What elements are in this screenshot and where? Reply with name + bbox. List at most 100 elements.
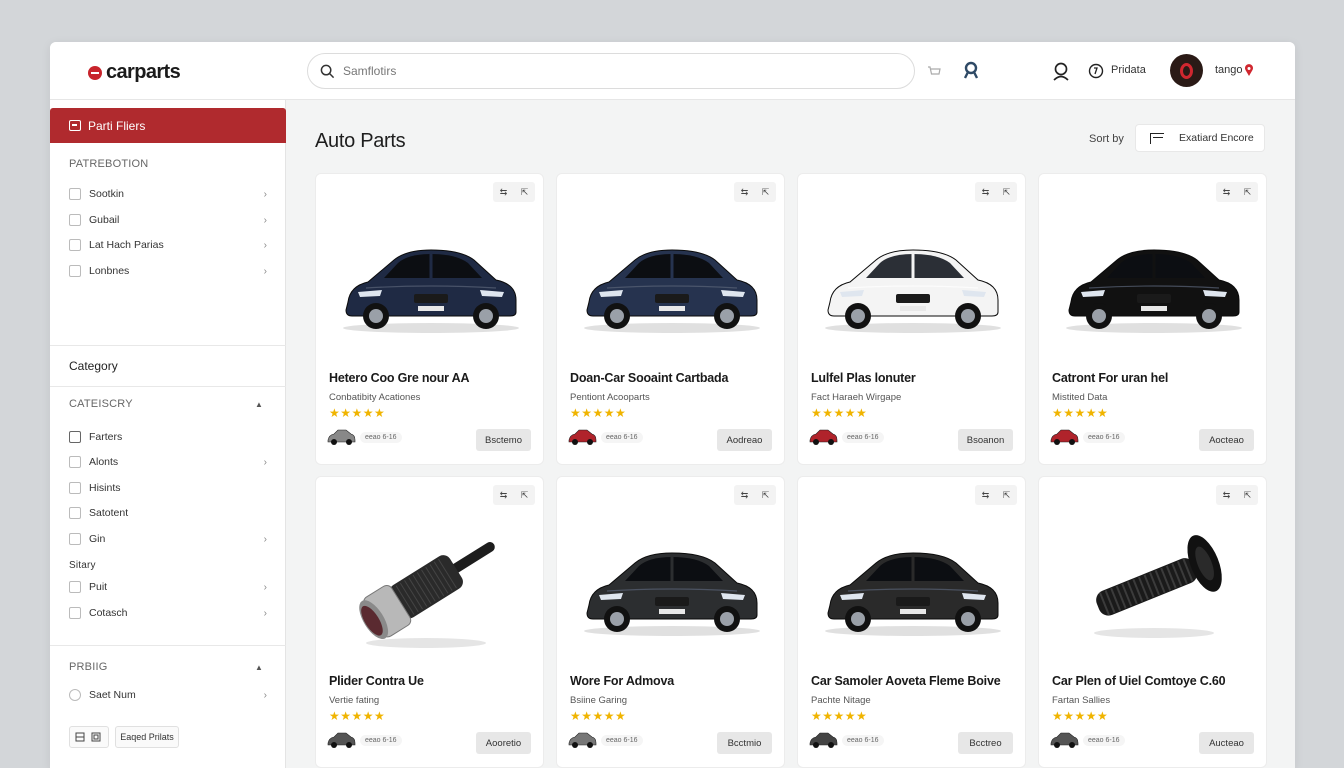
compare-icon[interactable]: ⇆ (500, 490, 508, 501)
filter-item[interactable]: Satotent (69, 505, 269, 521)
filter-item[interactable]: Sootkin › (69, 186, 269, 202)
product-card[interactable]: ⇆ ⇱ Doan-Car Sooaint Cartbada Pentiont A… (556, 173, 785, 465)
compare-icon[interactable]: ⇆ (741, 187, 749, 198)
product-action-button[interactable]: Bcctmio (717, 732, 772, 754)
checkbox[interactable] (69, 456, 81, 468)
checkbox[interactable] (69, 507, 81, 519)
product-action-button[interactable]: Bsctemo (476, 429, 531, 451)
compare-icon[interactable]: ⇆ (1223, 187, 1231, 198)
filter-item[interactable]: Cotasch › (69, 605, 269, 621)
globe-icon[interactable] (1087, 62, 1104, 79)
product-card[interactable]: ⇆ ⇱ Car Plen of Uiel Comtoye C.60 Fartan… (1038, 476, 1267, 768)
avatar[interactable] (1170, 54, 1203, 87)
product-subtitle: Fact Haraeh Wirgape (811, 392, 902, 403)
product-card[interactable]: ⇆ ⇱ Car Samoler Aoveta Fleme Boive Pacht… (797, 476, 1026, 768)
share-icon[interactable]: ⇱ (1003, 187, 1011, 198)
product-image[interactable] (1039, 202, 1266, 362)
share-icon[interactable]: ⇱ (762, 187, 770, 198)
product-title[interactable]: Car Plen of Uiel Comtoye C.60 (1052, 674, 1262, 688)
product-title[interactable]: Plider Contra Ue (329, 674, 539, 688)
checkbox[interactable] (69, 533, 81, 545)
checkbox[interactable] (69, 607, 81, 619)
product-image[interactable] (316, 505, 543, 665)
product-subtitle: Vertie fating (329, 695, 380, 706)
sort-icon (1150, 132, 1164, 144)
vehicle-thumbnail (1049, 428, 1079, 446)
product-title[interactable]: Lulfel Plas lonuter (811, 371, 1021, 385)
logo[interactable]: carparts (88, 61, 181, 84)
product-card[interactable]: ⇆ ⇱ Lulfel Plas lonuter Fact Haraeh Wirg… (797, 173, 1026, 465)
rating-stars: ★★★★★ (329, 406, 386, 420)
product-image[interactable] (316, 202, 543, 362)
checkbox[interactable] (69, 239, 81, 251)
product-action-button[interactable]: Bsoanon (958, 429, 1013, 451)
checkbox[interactable] (69, 265, 81, 277)
product-card[interactable]: ⇆ ⇱ Catront For uran hel Mistited Data ★… (1038, 173, 1267, 465)
product-action-button[interactable]: Aocteao (1199, 429, 1254, 451)
product-title[interactable]: Doan-Car Sooaint Cartbada (570, 371, 780, 385)
menu-label[interactable]: Pridata (1111, 64, 1146, 76)
search-input[interactable] (343, 64, 883, 78)
filter-item[interactable]: Puit › (69, 579, 269, 595)
share-icon[interactable]: ⇱ (521, 187, 529, 198)
checkbox[interactable] (69, 431, 81, 443)
product-card[interactable]: ⇆ ⇱ Wore For Admova Bsiine Garing ★★★★★ … (556, 476, 785, 768)
checkbox[interactable] (69, 482, 81, 494)
filter-item[interactable]: Farters (69, 429, 269, 445)
filter-item[interactable]: Saet Num › (69, 687, 269, 703)
cart-icon[interactable] (926, 63, 942, 79)
filter-item[interactable]: Hisints (69, 480, 269, 496)
caret-up-icon[interactable]: ▲ (255, 400, 263, 409)
user-icon[interactable] (1050, 60, 1072, 82)
filter-item[interactable]: Alonts › (69, 454, 269, 470)
chevron-right-icon: › (263, 533, 267, 545)
share-icon[interactable]: ⇱ (1244, 187, 1252, 198)
sort-dropdown[interactable]: Exatiard Encore (1135, 124, 1265, 152)
product-title[interactable]: Catront For uran hel (1052, 371, 1262, 385)
apply-filters-button[interactable]: Eaqed Prilats (115, 726, 179, 748)
checkbox[interactable] (69, 581, 81, 593)
filter-item[interactable]: Lat Hach Parias › (69, 237, 269, 253)
chevron-right-icon: › (263, 456, 267, 468)
filter-header[interactable]: Parti Fliers (50, 108, 286, 143)
user-name[interactable]: tango (1215, 64, 1243, 76)
sidebar: Parti Fliers PATREBOTION Sootkin › Gubail… (50, 100, 286, 768)
share-icon[interactable]: ⇱ (1003, 490, 1011, 501)
product-action-button[interactable]: Aucteao (1199, 732, 1254, 754)
checkbox[interactable] (69, 214, 81, 226)
product-image[interactable] (798, 505, 1025, 665)
product-title[interactable]: Car Samoler Aoveta Fleme Boive (811, 674, 1021, 688)
product-image[interactable] (1039, 505, 1266, 665)
product-card[interactable]: ⇆ ⇱ Hetero Coo Gre nour AA Conbatibity A… (315, 173, 544, 465)
rating-stars: ★★★★★ (811, 709, 868, 723)
compare-icon[interactable]: ⇆ (1223, 490, 1231, 501)
product-title[interactable]: Wore For Admova (570, 674, 780, 688)
location-pin-icon[interactable] (1243, 63, 1255, 77)
filter-item[interactable]: Lonbnes › (69, 263, 269, 279)
view-toggle[interactable] (69, 726, 109, 748)
caret-up-icon[interactable]: ▲ (255, 663, 263, 672)
radio[interactable] (69, 689, 81, 701)
product-card[interactable]: ⇆ ⇱ Plider Contra Ue Vertie fating ★★★★★… (315, 476, 544, 768)
share-icon[interactable]: ⇱ (762, 490, 770, 501)
product-meta: eeao 6-16 (1083, 735, 1125, 746)
product-image[interactable] (557, 202, 784, 362)
product-action-button[interactable]: Aooretio (476, 732, 531, 754)
checkbox[interactable] (69, 188, 81, 200)
compare-icon[interactable]: ⇆ (982, 187, 990, 198)
product-image[interactable] (798, 202, 1025, 362)
divider (50, 345, 286, 346)
compare-icon[interactable]: ⇆ (500, 187, 508, 198)
product-title[interactable]: Hetero Coo Gre nour AA (329, 371, 539, 385)
search-bar[interactable] (307, 53, 915, 89)
filter-item[interactable]: Gubail › (69, 212, 269, 228)
filter-item[interactable]: Gin › (69, 531, 269, 547)
product-image[interactable] (557, 505, 784, 665)
product-action-button[interactable]: Aodreao (717, 429, 772, 451)
account-icon[interactable] (960, 59, 982, 81)
share-icon[interactable]: ⇱ (521, 490, 529, 501)
compare-icon[interactable]: ⇆ (741, 490, 749, 501)
product-action-button[interactable]: Bcctreo (958, 732, 1013, 754)
compare-icon[interactable]: ⇆ (982, 490, 990, 501)
share-icon[interactable]: ⇱ (1244, 490, 1252, 501)
